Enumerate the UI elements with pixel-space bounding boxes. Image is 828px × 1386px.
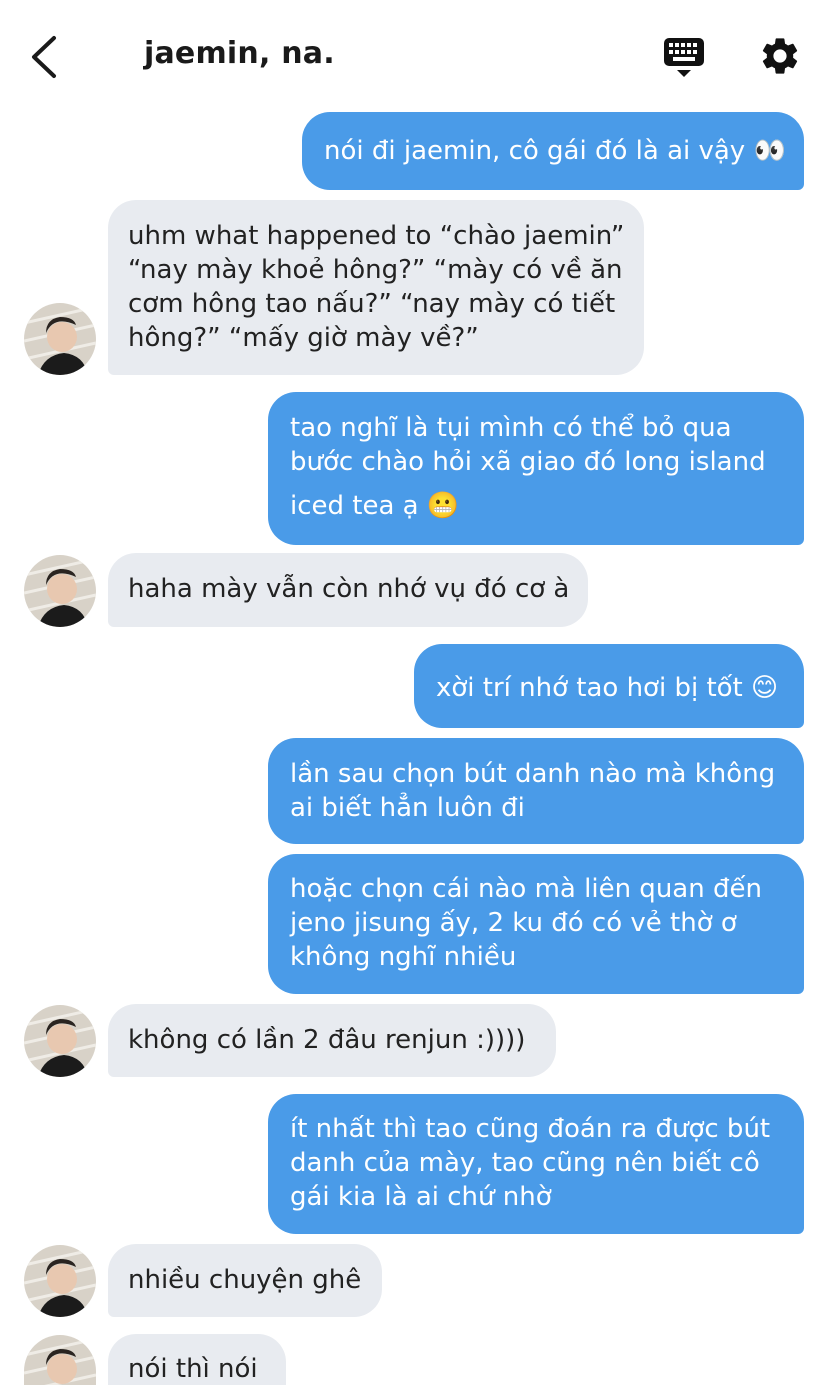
message-text: ít nhất thì tao cũng đoán ra được bút — [290, 1114, 771, 1144]
message-text: haha mày vẫn còn nhớ vụ đó cơ à — [128, 574, 570, 604]
outgoing-message[interactable]: tao nghĩ là tụi mình có thể bỏ qua bước … — [268, 392, 804, 545]
message-text: không nghĩ nhiều — [290, 942, 517, 972]
message-text: “nay mày khoẻ hông?” “mày có về ăn — [128, 255, 623, 285]
keyboard-icon[interactable] — [662, 36, 706, 80]
message-text: nói thì nói — [128, 1354, 258, 1384]
message-text: iced tea ạ 😬 — [290, 491, 460, 521]
message-text: danh của mày, tao cũng nên biết cô — [290, 1148, 760, 1178]
incoming-message[interactable]: nói thì nói — [108, 1334, 286, 1385]
message-text: nhiều chuyện ghê — [128, 1265, 362, 1295]
outgoing-message[interactable]: xời trí nhớ tao hơi bị tốt 😊 — [414, 644, 804, 728]
incoming-message[interactable]: nhiều chuyện ghê — [108, 1244, 382, 1317]
incoming-message[interactable]: không có lần 2 đâu renjun :)))) — [108, 1004, 556, 1077]
conversation-title: jaemin, na. — [144, 36, 335, 71]
avatar[interactable] — [24, 1245, 96, 1317]
message-text: tao nghĩ là tụi mình có thể bỏ qua — [290, 413, 732, 443]
message-text: không có lần 2 đâu renjun :)))) — [128, 1025, 526, 1055]
settings-gear-icon[interactable] — [758, 34, 802, 78]
avatar[interactable] — [24, 1335, 96, 1385]
incoming-message[interactable]: uhm what happened to “chào jaemin” “nay … — [108, 200, 644, 375]
outgoing-message[interactable]: ít nhất thì tao cũng đoán ra được bút da… — [268, 1094, 804, 1234]
message-text: hoặc chọn cái nào mà liên quan đến — [290, 874, 762, 904]
message-text: uhm what happened to “chào jaemin” — [128, 221, 625, 251]
incoming-message[interactable]: haha mày vẫn còn nhớ vụ đó cơ à — [108, 553, 588, 627]
outgoing-message[interactable]: hoặc chọn cái nào mà liên quan đến jeno … — [268, 854, 804, 994]
message-text: nói đi jaemin, cô gái đó là ai vậy 👀 — [324, 136, 786, 166]
message-text: hông?” “mấy giờ mày về?” — [128, 323, 479, 353]
message-text: ai biết hẳn luôn đi — [290, 793, 525, 823]
chat-header: jaemin, na. — [0, 0, 828, 112]
outgoing-message[interactable]: lần sau chọn bút danh nào mà không ai bi… — [268, 738, 804, 844]
message-text: xời trí nhớ tao hơi bị tốt 😊 — [436, 673, 779, 703]
avatar[interactable] — [24, 555, 96, 627]
avatar[interactable] — [24, 303, 96, 375]
message-text: jeno jisung ấy, 2 ku đó có vẻ thờ ơ — [290, 908, 737, 938]
message-text: gái kia là ai chứ nhờ — [290, 1182, 552, 1212]
message-text: lần sau chọn bút danh nào mà không — [290, 759, 776, 789]
avatar[interactable] — [24, 1005, 96, 1077]
outgoing-message[interactable]: nói đi jaemin, cô gái đó là ai vậy 👀 — [302, 112, 804, 190]
back-arrow-icon[interactable] — [26, 34, 66, 80]
message-text: bước chào hỏi xã giao đó long island — [290, 447, 766, 477]
message-text: cơm hông tao nấu?” “nay mày có tiết — [128, 289, 616, 319]
